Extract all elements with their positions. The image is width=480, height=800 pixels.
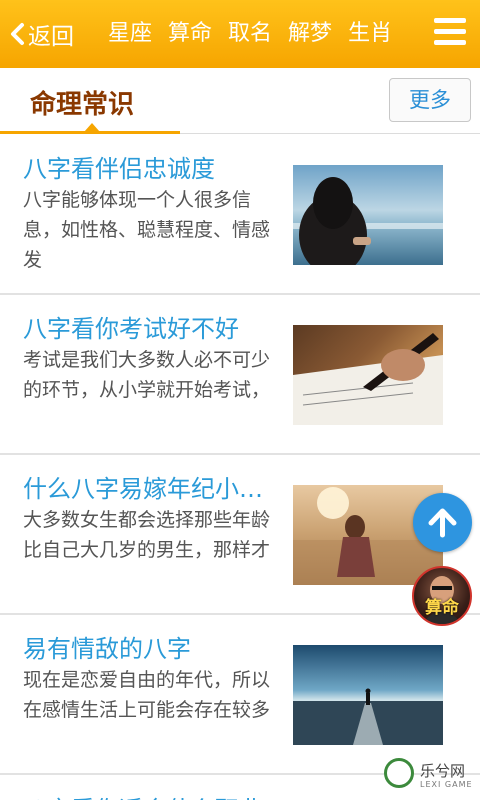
top-bar: 返回 星座 算命 取名 解梦 生肖 xyxy=(0,0,480,68)
article-thumbnail[interactable] xyxy=(293,645,443,745)
fortune-teller-avatar-button[interactable]: 算命 xyxy=(412,566,472,626)
list-item[interactable]: 什么八字易嫁年纪小… 大多数女生都会选择那些年龄比自己大几岁的男生，那样才 xyxy=(0,455,480,615)
article-title[interactable]: 八字看你考试好不好 xyxy=(23,309,281,344)
article-summary: 大多数女生都会选择那些年龄比自己大几岁的男生，那样才 xyxy=(23,509,271,561)
article-title[interactable]: 易有情敌的八字 xyxy=(23,629,281,664)
list-item[interactable]: 八字看你考试好不好 考试是我们大多数人必不可少的环节，从小学就开始考试， xyxy=(0,295,480,455)
nav-item-suanming[interactable]: 算命 xyxy=(168,0,212,68)
nav-item-shengxiao[interactable]: 生肖 xyxy=(348,0,392,68)
scroll-to-top-button[interactable] xyxy=(413,493,472,552)
hamburger-menu-icon[interactable] xyxy=(434,18,466,46)
article-title[interactable]: 八字看伴侣忠诚度 xyxy=(23,149,281,184)
list-item[interactable]: 易有情敌的八字 现在是恋爱自由的年代，所以在感情生活上可能会存在较多 xyxy=(0,615,480,775)
article-title-partial[interactable]: 八字看你适合什么职业 xyxy=(23,790,263,800)
article-list: 八字看伴侣忠诚度 八字能够体现一个人很多信息，如性格、聪慧程度、情感发 八字看你… xyxy=(0,135,480,775)
watermark-subtext: LEXI GAME xyxy=(420,780,473,789)
section-header: 命理常识 更多 xyxy=(0,68,480,134)
top-nav: 星座 算命 取名 解梦 生肖 xyxy=(108,0,408,68)
nav-item-xingzuo[interactable]: 星座 xyxy=(108,0,152,68)
back-label: 返回 xyxy=(28,24,74,50)
article-thumbnail[interactable] xyxy=(293,325,443,425)
article-summary: 现在是恋爱自由的年代，所以在感情生活上可能会存在较多 xyxy=(23,669,271,721)
back-button[interactable]: 返回 xyxy=(8,0,88,68)
nav-item-quming[interactable]: 取名 xyxy=(228,0,272,68)
arrow-up-icon xyxy=(428,508,457,538)
nav-item-jiemeng[interactable]: 解梦 xyxy=(288,0,332,68)
avatar-label: 算命 xyxy=(425,598,459,618)
article-summary: 考试是我们大多数人必不可少的环节，从小学就开始考试， xyxy=(23,349,271,401)
more-button[interactable]: 更多 xyxy=(389,78,471,122)
leaf-logo-icon xyxy=(384,758,414,788)
section-title: 命理常识 xyxy=(30,90,135,120)
section-title-caret-icon xyxy=(84,123,100,132)
article-thumbnail[interactable] xyxy=(293,165,443,265)
article-summary: 八字能够体现一个人很多信息，如性格、聪慧程度、情感发 xyxy=(23,189,271,271)
watermark-text: 乐兮网 xyxy=(420,762,466,780)
chevron-left-icon xyxy=(11,23,24,45)
article-title[interactable]: 什么八字易嫁年纪小… xyxy=(23,469,281,504)
watermark: 乐兮网 LEXI GAME xyxy=(384,756,480,796)
list-item[interactable]: 八字看伴侣忠诚度 八字能够体现一个人很多信息，如性格、聪慧程度、情感发 xyxy=(0,135,480,295)
